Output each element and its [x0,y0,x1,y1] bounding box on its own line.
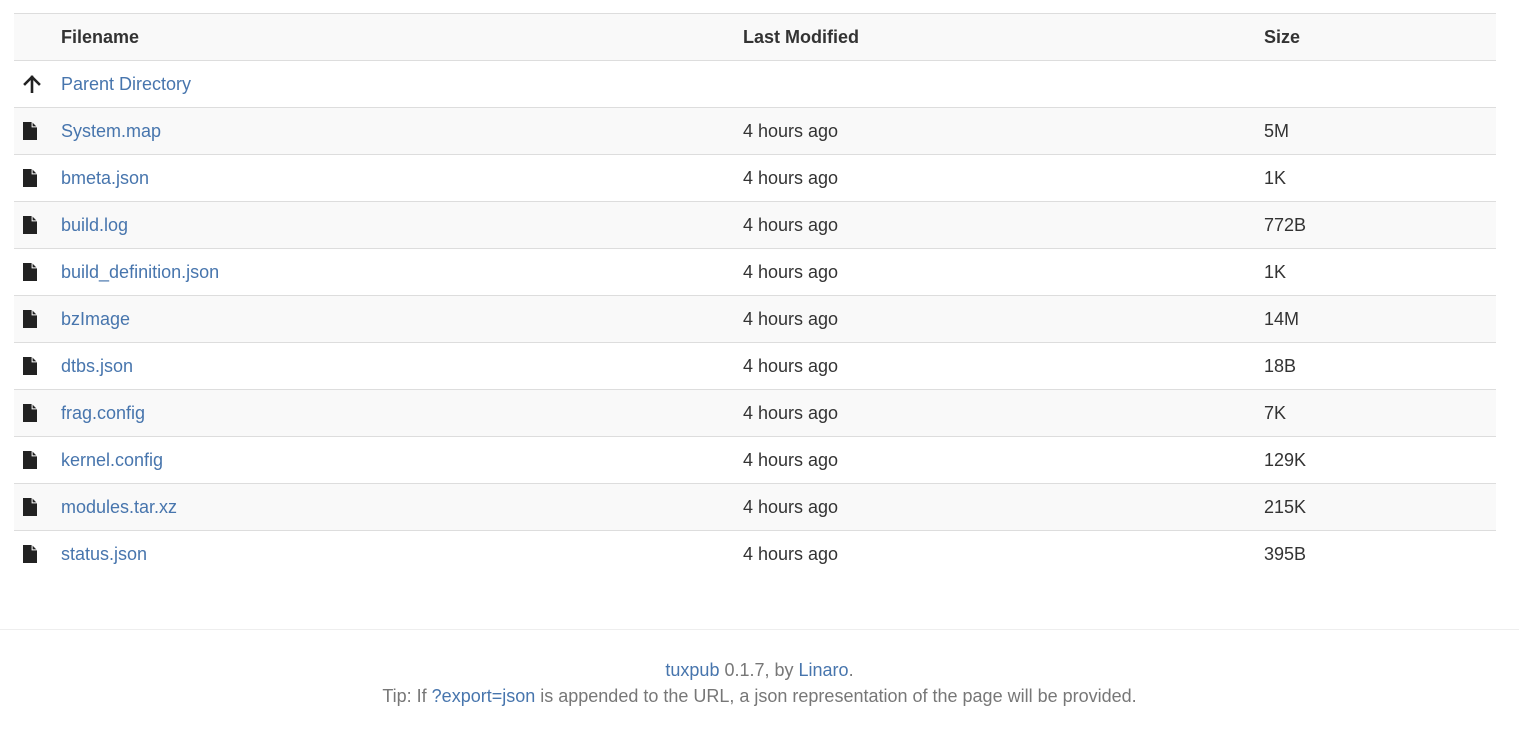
file-icon [23,310,37,328]
parent-directory-cell: Parent Directory [61,61,743,108]
size-cell: 1K [1264,261,1287,282]
file-icon-cell [14,249,61,296]
footer-tip-line: Tip: If ?export=json is appended to the … [0,683,1519,709]
table-row[interactable]: build_definition.json 4 hours ago 1K [14,248,1496,296]
filename-cell: dtbs.json [61,343,743,390]
filename-cell: status.json [61,531,743,578]
filename-cell: kernel.config [61,437,743,484]
table-row[interactable]: kernel.config 4 hours ago 129K [14,436,1496,484]
page-footer: tuxpub 0.1.7, by Linaro. Tip: If ?export… [0,657,1519,709]
last-modified-cell: 4 hours ago [743,308,839,329]
file-icon [23,545,37,564]
last-modified-cell: 4 hours ago [743,167,839,188]
file-listing-table: Filename Last Modified Size Parent Direc… [14,13,1496,578]
size-cell: 7K [1264,402,1287,423]
file-icon-cell [14,296,61,343]
size-column-header[interactable]: Size [1264,14,1496,61]
file-listing-body: Filename Last Modified Size Parent Direc… [14,13,1496,578]
arrow-up-icon [23,75,41,93]
filename-cell: modules.tar.xz [61,484,743,531]
last-modified-cell: 4 hours ago [743,402,839,423]
filename-cell: frag.config [61,390,743,437]
table-row[interactable]: frag.config 4 hours ago 7K [14,389,1496,437]
filename-cell: bzImage [61,296,743,343]
table-row[interactable]: build.log 4 hours ago 772B [14,201,1496,249]
parent-icon-cell [14,61,61,108]
last-modified-column-header[interactable]: Last Modified [743,14,1264,61]
file-link[interactable]: build_definition.json [61,262,219,282]
last-modified-cell: 4 hours ago [743,355,839,376]
parent-directory-link[interactable]: Parent Directory [61,74,191,94]
table-row[interactable]: System.map 4 hours ago 5M [14,107,1496,155]
size-cell: 14M [1264,308,1300,329]
file-link[interactable]: kernel.config [61,450,163,470]
file-link[interactable]: modules.tar.xz [61,497,177,517]
size-cell: 215K [1264,496,1307,517]
file-icon [23,357,37,375]
linaro-link[interactable]: Linaro [799,660,849,680]
file-icon [23,122,37,140]
parent-directory-row[interactable]: Parent Directory [14,60,1496,108]
file-icon [23,216,37,234]
footer-credits-line: tuxpub 0.1.7, by Linaro. [0,657,1519,683]
table-row[interactable]: bzImage 4 hours ago 14M [14,295,1496,343]
last-modified-cell: 4 hours ago [743,261,839,282]
file-link[interactable]: build.log [61,215,128,235]
credits-end-period: . [848,660,854,680]
export-json-link[interactable]: ?export=json [432,686,536,706]
table-row[interactable]: modules.tar.xz 4 hours ago 215K [14,483,1496,531]
table-row[interactable]: dtbs.json 4 hours ago 18B [14,342,1496,390]
file-icon-cell [14,108,61,155]
filename-cell: build.log [61,202,743,249]
parent-size-cell [1264,61,1496,108]
filename-column-header[interactable]: Filename [61,14,743,61]
table-row[interactable]: status.json 4 hours ago 395B [14,530,1496,578]
file-icon-cell [14,343,61,390]
parent-modified-cell [743,61,1264,108]
size-cell: 1K [1264,167,1287,188]
file-link[interactable]: bzImage [61,309,130,329]
file-link[interactable]: status.json [61,544,147,564]
footer-divider [0,629,1519,630]
file-icon-cell [14,390,61,437]
file-icon-cell [14,155,61,202]
file-icon-cell [14,531,61,578]
file-icon [23,169,37,187]
table-header-row: Filename Last Modified Size [14,13,1496,61]
file-link[interactable]: dtbs.json [61,356,133,376]
file-link[interactable]: bmeta.json [61,168,149,188]
size-cell: 18B [1264,355,1297,376]
last-modified-cell: 4 hours ago [743,543,839,564]
size-cell: 772B [1264,214,1307,235]
file-icon [23,498,37,516]
size-cell: 395B [1264,543,1307,564]
file-icon-cell [14,202,61,249]
file-icon [23,404,37,422]
file-icon [23,263,37,281]
icon-column-header [14,14,61,61]
tuxpub-link[interactable]: tuxpub [665,660,719,680]
size-cell: 129K [1264,449,1307,470]
file-icon-cell [14,484,61,531]
filename-cell: System.map [61,108,743,155]
last-modified-cell: 4 hours ago [743,214,839,235]
last-modified-cell: 4 hours ago [743,449,839,470]
table-row[interactable]: bmeta.json 4 hours ago 1K [14,154,1496,202]
file-icon-cell [14,437,61,484]
tip-prefix-text: Tip: If [382,686,432,706]
filename-cell: build_definition.json [61,249,743,296]
size-cell: 5M [1264,120,1290,141]
last-modified-cell: 4 hours ago [743,120,839,141]
file-icon [23,451,37,469]
file-link[interactable]: frag.config [61,403,145,423]
last-modified-cell: 4 hours ago [743,496,839,517]
filename-cell: bmeta.json [61,155,743,202]
file-link[interactable]: System.map [61,121,161,141]
tip-suffix-text: is appended to the URL, a json represent… [535,686,1137,706]
version-text: 0.1.7, by [719,660,799,680]
